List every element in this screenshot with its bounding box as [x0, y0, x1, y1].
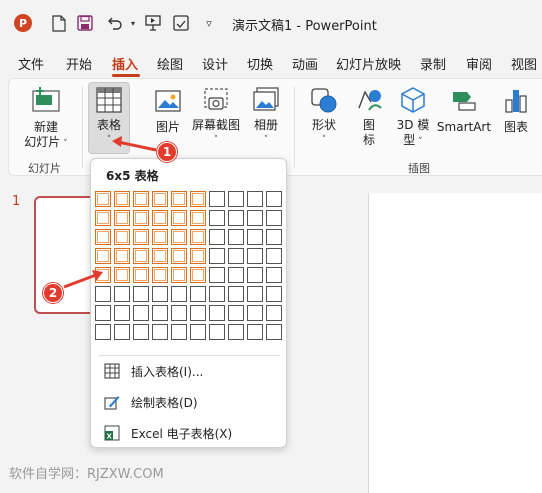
annotation-arrow-2: [63, 273, 97, 289]
annotation-badge-2: 2: [43, 283, 63, 303]
watermark: 软件自学网：RJZXW.COM: [9, 467, 164, 482]
annotation-badge-1: 1: [157, 142, 177, 162]
annotation-arrowhead-1: [112, 136, 122, 147]
annotation-arrow-1: [117, 140, 157, 152]
annotation-arrows: [63, 136, 157, 289]
